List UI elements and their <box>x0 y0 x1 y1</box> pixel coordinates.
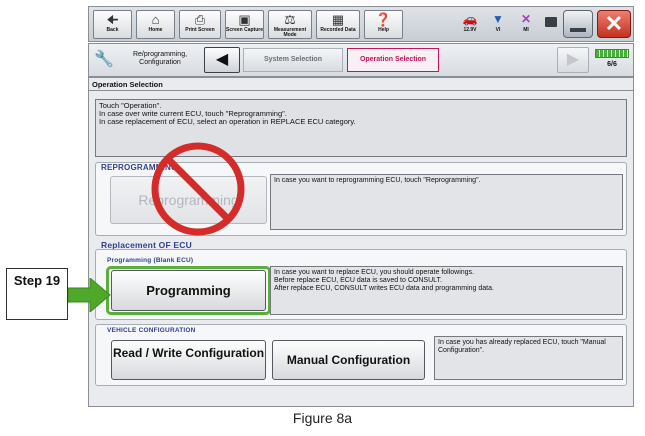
signal-icon: ▼ <box>492 12 504 26</box>
figure-caption: Figure 8a <box>292 410 353 426</box>
nav-back-button[interactable]: ◀ <box>204 47 240 73</box>
print-screen-button[interactable]: ⎙ Print Screen <box>179 10 221 39</box>
home-icon: ⌂ <box>151 12 160 27</box>
section-label: Re/programming, Configuration <box>132 51 188 66</box>
programming-button[interactable]: Programming <box>111 270 266 311</box>
printer-icon: ⎙ <box>194 12 206 27</box>
green-arrow-icon <box>68 278 111 312</box>
camera-icon: ▣ <box>238 12 251 27</box>
vehicle-configuration-label: VEHICLE CONFIGURATION <box>107 327 196 334</box>
manual-configuration-description-text: In case you has already replaced ECU, to… <box>438 339 606 354</box>
prohibited-overlay <box>151 142 245 236</box>
home-label: Home <box>148 27 163 33</box>
wrench-icon: 🔧 <box>94 51 114 68</box>
minimize-icon <box>570 28 586 32</box>
mi-label: MI <box>523 27 529 33</box>
breadcrumb-system-selection[interactable]: System Selection <box>243 48 343 72</box>
battery-icon <box>545 17 557 27</box>
manual-configuration-description: In case you has already replaced ECU, to… <box>434 336 623 380</box>
nav-forward-button[interactable]: ▶ <box>557 47 589 73</box>
instruction-line: In case replacement of ECU, select an op… <box>99 117 356 126</box>
screen-capture-label: Screen Capture <box>226 27 263 33</box>
back-arrow-icon: 🠈 <box>106 12 119 27</box>
back-label: Back <box>106 27 119 33</box>
navigation-bar: 🔧 Re/programming, Configuration ◀ System… <box>88 43 634 77</box>
print-screen-label: Print Screen <box>185 27 215 33</box>
programming-description-line: Before replace ECU, ECU data is saved to… <box>274 277 442 284</box>
mi-disconnected-icon: ✕ <box>520 12 532 26</box>
programming-label: Programming (Blank ECU) <box>107 257 194 264</box>
home-button[interactable]: ⌂ Home <box>136 10 175 39</box>
back-button[interactable]: 🠈 Back <box>93 10 132 39</box>
vi-status: ▼ VI <box>487 11 509 33</box>
breadcrumb-operation-selection[interactable]: Operation Selection <box>347 48 439 72</box>
minimize-button[interactable] <box>563 10 593 38</box>
measurement-label: Measurement Mode <box>273 27 307 38</box>
help-label: Help <box>378 27 389 33</box>
operation-selection-screen: Operation Selection Touch "Operation". I… <box>88 77 634 407</box>
read-write-configuration-button[interactable]: Read / Write Configuration <box>111 340 266 380</box>
vi-label: VI <box>495 27 501 33</box>
triangle-right-icon: ▶ <box>566 51 580 68</box>
recorded-data-label: Recorded Data <box>320 27 356 33</box>
battery-status: 🚗 12.9V <box>459 11 481 33</box>
close-button[interactable]: ✕ <box>597 10 631 38</box>
reprogramming-description-text: In case you want to reprogramming ECU, t… <box>274 177 481 184</box>
help-button[interactable]: ❓ Help <box>364 10 403 39</box>
screen-capture-button[interactable]: ▣ Screen Capture <box>225 10 264 39</box>
recorded-data-icon: ▦ <box>331 12 345 27</box>
recorded-data-button[interactable]: ▦ Recorded Data <box>316 10 360 39</box>
car-battery-icon: 🚗 <box>462 12 478 26</box>
page-title: Operation Selection <box>92 80 163 89</box>
programming-description-line: After replace ECU, CONSULT writes ECU da… <box>274 285 494 292</box>
step-callout: Step 19 <box>6 268 68 320</box>
close-icon: ✕ <box>604 11 624 36</box>
measurement-mode-button[interactable]: ⚖ Measurement Mode <box>268 10 312 39</box>
programming-description-line: In case you want to replace ECU, you sho… <box>274 269 475 276</box>
page-count: 6/6 <box>607 61 617 68</box>
manual-configuration-button[interactable]: Manual Configuration <box>272 340 425 380</box>
toolbar: 🠈 Back ⌂ Home ⎙ Print Screen ▣ Screen Ca… <box>88 6 634 42</box>
measurement-icon: ⚖ <box>284 12 296 27</box>
prohibited-slash <box>165 156 231 222</box>
reprogramming-description: In case you want to reprogramming ECU, t… <box>270 174 623 230</box>
triangle-left-icon: ◀ <box>215 51 229 68</box>
title-divider <box>89 90 633 91</box>
progress-indicator <box>595 49 629 58</box>
programming-description: In case you want to replace ECU, you sho… <box>270 266 623 315</box>
step-callout-text: Step 19 <box>13 273 61 288</box>
help-icon: ❓ <box>375 12 392 27</box>
mi-status: ✕ MI <box>515 11 537 33</box>
battery-voltage: 12.9V <box>463 27 477 33</box>
